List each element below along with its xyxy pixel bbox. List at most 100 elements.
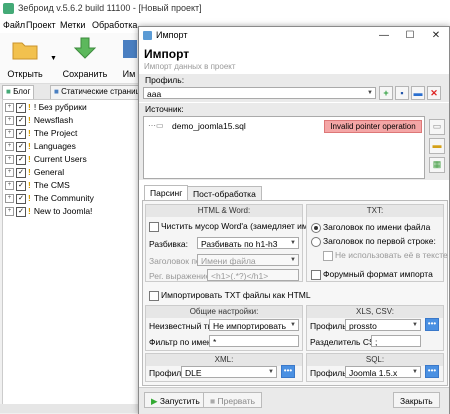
tree-item[interactable]: + ✓! General [5, 167, 64, 180]
sql-title: SQL: [307, 354, 443, 366]
dialog-title: Импорт [156, 30, 188, 40]
minimize-icon[interactable]: — [371, 27, 397, 44]
add-file-icon[interactable]: ▭ [429, 119, 445, 135]
edit-icon[interactable]: ▬ [411, 86, 425, 100]
unknown-type-select[interactable]: Не импортировать ▼ [209, 319, 299, 331]
xml-profile-select[interactable]: DLE ▼ [181, 366, 277, 378]
save-button[interactable]: Сохранить [62, 35, 108, 81]
tab-post-processing[interactable]: Пост-обработка [187, 186, 262, 201]
regex-input[interactable]: <h1>(.*?)</h1> [207, 269, 299, 281]
expand-icon[interactable]: + [5, 155, 14, 165]
xls-profile-select[interactable]: prossto ▼ [345, 319, 421, 331]
app-title: Зеброид v.5.6.2 build 11100 - [Новый про… [18, 3, 202, 13]
clean-word-label: Чистить мусор Word'а (замедляет импорт) [161, 221, 329, 231]
tree-checkbox[interactable]: ✓ [16, 193, 26, 204]
expand-icon[interactable]: + [5, 129, 14, 139]
main-title-bar: Зеброид v.5.6.2 build 11100 - [Новый про… [0, 0, 450, 19]
tree-item[interactable]: + ✓!! Без рубрики [5, 102, 87, 115]
stop-icon: ■ [210, 396, 216, 406]
delete-icon[interactable]: ✕ [427, 86, 441, 100]
title-by-first-line-radio[interactable] [311, 237, 321, 247]
clean-word-checkbox[interactable] [149, 222, 159, 232]
dialog-title-bar: Импорт — ☐ ✕ [139, 27, 449, 44]
xls-profile-edit-icon[interactable]: ••• [425, 318, 439, 331]
app-icon [3, 3, 14, 14]
source-file-name[interactable]: demo_joomla15.sql [172, 121, 246, 131]
tree-item[interactable]: + ✓! The CMS [5, 180, 70, 193]
xml-profile-edit-icon[interactable]: ••• [281, 365, 295, 378]
abort-button[interactable]: ■ Прервать [203, 392, 263, 408]
chevron-down-icon: ▼ [412, 369, 418, 375]
xls-profile-label: Профиль: [310, 321, 350, 331]
add-folder-icon[interactable]: ▬ [429, 138, 445, 154]
play-icon: ▶ [151, 396, 158, 406]
tree-checkbox[interactable]: ✓ [16, 154, 26, 165]
tree-item[interactable]: + ✓! Current Users [5, 154, 87, 167]
tree-checkbox[interactable]: ✓ [16, 141, 26, 152]
chevron-down-icon: ▼ [367, 90, 373, 96]
save-icon[interactable]: ▪ [395, 86, 409, 100]
tree-item[interactable]: + ✓! Newsflash [5, 115, 73, 128]
menu-project[interactable]: Проект [26, 20, 56, 30]
import-icon [123, 40, 137, 58]
no-use-text-checkbox[interactable] [323, 251, 333, 261]
tree-checkbox[interactable]: ✓ [16, 167, 26, 178]
category-icon: ! [28, 154, 31, 164]
split-label: Разбивка: [149, 239, 188, 249]
sql-profile-select[interactable]: Joomla 1.5.x ▼ [345, 366, 421, 378]
open-button[interactable]: Открыть [2, 35, 48, 81]
expand-icon[interactable]: + [5, 194, 14, 204]
dialog-icon [143, 31, 152, 40]
tab-parsing[interactable]: Парсинг [144, 185, 189, 201]
profile-select[interactable]: aaa ▼ [143, 87, 376, 99]
chevron-down-icon: ▼ [290, 322, 296, 328]
menu-processing[interactable]: Обработка [92, 20, 137, 30]
tree-item[interactable]: + ✓! New to Joomla! [5, 206, 92, 219]
expand-icon[interactable]: + [5, 207, 14, 217]
tree-checkbox[interactable]: ✓ [16, 180, 26, 191]
title-by-select[interactable]: Имени файла ▼ [197, 254, 299, 266]
forum-format-label: Форумный формат импорта [323, 269, 433, 279]
tree-item[interactable]: + ✓! Languages [5, 141, 76, 154]
category-icon: ! [28, 141, 31, 151]
filename-filter-input[interactable]: * [209, 335, 299, 347]
tree-item[interactable]: + ✓! The Community [5, 193, 94, 206]
expand-icon[interactable]: + [5, 168, 14, 178]
category-icon: ! [28, 206, 31, 216]
tree-item[interactable]: + ✓! The Project [5, 128, 77, 141]
sql-profile-edit-icon[interactable]: ••• [425, 365, 439, 378]
tree-checkbox[interactable]: ✓ [16, 115, 26, 126]
expand-icon[interactable]: + [5, 116, 14, 126]
category-tree: + ✓!! Без рубрики + ✓! Newsflash + ✓! The Pro… [2, 99, 140, 406]
import-txt-as-html-checkbox[interactable] [149, 291, 159, 301]
horizontal-scrollbar[interactable] [0, 404, 140, 413]
title-by-filename-radio[interactable] [311, 223, 321, 233]
add-icon[interactable]: + [379, 86, 393, 100]
sources-list[interactable]: ⋯▭ demo_joomla15.sql Invalid pointer ope… [143, 116, 425, 179]
start-button[interactable]: ▶ Запустить [144, 392, 207, 408]
expand-icon[interactable]: + [5, 181, 14, 191]
open-dropdown-icon[interactable]: ▼ [50, 55, 57, 62]
title-by-filename-label: Заголовок по имени файла [323, 222, 431, 232]
csv-separator-input[interactable]: ; [371, 335, 421, 347]
tree-checkbox[interactable]: ✓ [16, 102, 26, 113]
no-use-text-label: Не использовать её в тексте [335, 250, 448, 260]
page-tab-icon: ■ [54, 87, 59, 96]
tree-checkbox[interactable]: ✓ [16, 128, 26, 139]
title-by-first-line-label: Заголовок по первой строке: [323, 236, 436, 246]
add-table-icon[interactable]: ▦ [429, 157, 445, 173]
close-button[interactable]: Закрыть [393, 392, 440, 408]
regex-label: Рег. выражение: [149, 271, 213, 281]
blog-tab-icon: ■ [6, 87, 11, 96]
close-icon[interactable]: ✕ [423, 27, 449, 44]
import-button[interactable]: Им [118, 35, 140, 81]
maximize-icon[interactable]: ☐ [397, 27, 423, 44]
split-select[interactable]: Разбивать по h1-h3 ▼ [197, 237, 299, 249]
forum-format-checkbox[interactable] [311, 270, 321, 280]
expand-icon[interactable]: + [5, 103, 14, 113]
menu-file[interactable]: Файл [3, 20, 25, 30]
title-by-label: Заголовок по: [149, 256, 204, 266]
menu-tags[interactable]: Метки [60, 20, 85, 30]
expand-icon[interactable]: + [5, 142, 14, 152]
tree-checkbox[interactable]: ✓ [16, 206, 26, 217]
